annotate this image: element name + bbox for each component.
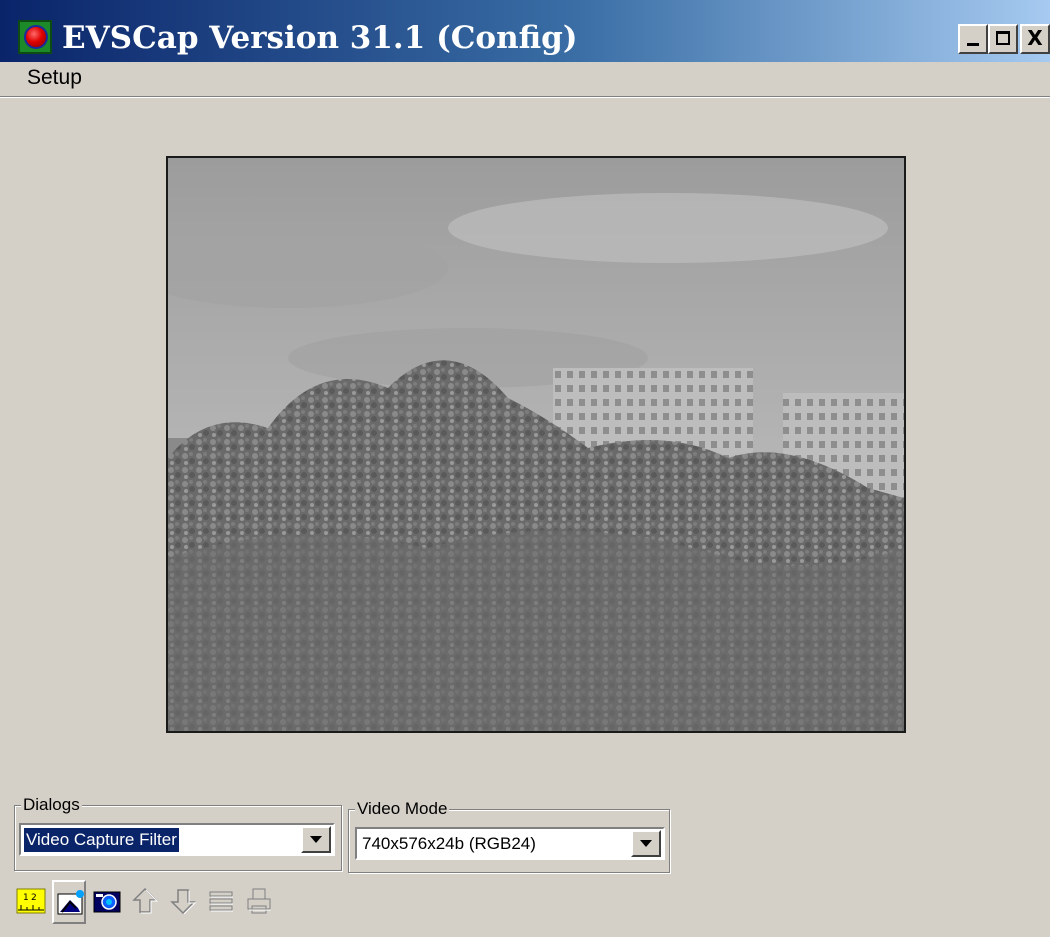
ruler-scale-icon: 1 2 [16, 888, 46, 914]
menu-bar: Setup [0, 62, 1050, 97]
menu-separator [0, 97, 1050, 98]
video-mode-dropdown-button[interactable] [631, 830, 661, 857]
dialogs-label: Dialogs [21, 795, 82, 815]
chevron-down-icon [640, 840, 652, 847]
capture-wand-icon [57, 890, 84, 915]
upload-button[interactable] [128, 880, 162, 924]
video-mode-select[interactable]: 740x576x24b (RGB24) [355, 827, 665, 860]
camera-icon [93, 891, 121, 913]
menu-setup[interactable]: Setup [27, 66, 82, 90]
maximize-icon [996, 31, 1010, 45]
video-mode-label: Video Mode [355, 799, 450, 819]
svg-text:2: 2 [31, 893, 37, 903]
dialogs-group: Dialogs Video Capture Filter [14, 795, 342, 871]
print-icon [247, 888, 271, 914]
maximize-button[interactable] [988, 24, 1018, 54]
dialogs-selected: Video Capture Filter [24, 828, 179, 852]
print-button[interactable] [242, 880, 276, 924]
capture-button[interactable] [52, 880, 86, 924]
download-icon [170, 889, 197, 915]
window-title: EVSCap Version 31.1 (Config) [62, 20, 578, 56]
dialogs-dropdown-button[interactable] [301, 826, 331, 853]
svg-text:1: 1 [23, 893, 29, 903]
download-button[interactable] [166, 880, 200, 924]
title-bar[interactable]: EVSCap Version 31.1 (Config) X [0, 0, 1050, 62]
upload-icon [132, 887, 159, 914]
list-icon [209, 891, 233, 912]
app-icon[interactable] [18, 20, 52, 54]
minimize-icon [967, 43, 979, 46]
camera-button[interactable] [90, 880, 124, 924]
scale-button[interactable]: 1 2 [14, 880, 48, 924]
minimize-button[interactable] [958, 24, 988, 54]
video-preview[interactable] [166, 156, 906, 733]
close-button[interactable]: X [1020, 24, 1050, 54]
list-button[interactable] [204, 880, 238, 924]
video-mode-selected: 740x576x24b (RGB24) [362, 834, 536, 853]
dialogs-select[interactable]: Video Capture Filter [19, 823, 335, 856]
video-mode-group: Video Mode 740x576x24b (RGB24) [348, 799, 670, 873]
preview-image [168, 158, 904, 731]
chevron-down-icon [310, 836, 322, 843]
